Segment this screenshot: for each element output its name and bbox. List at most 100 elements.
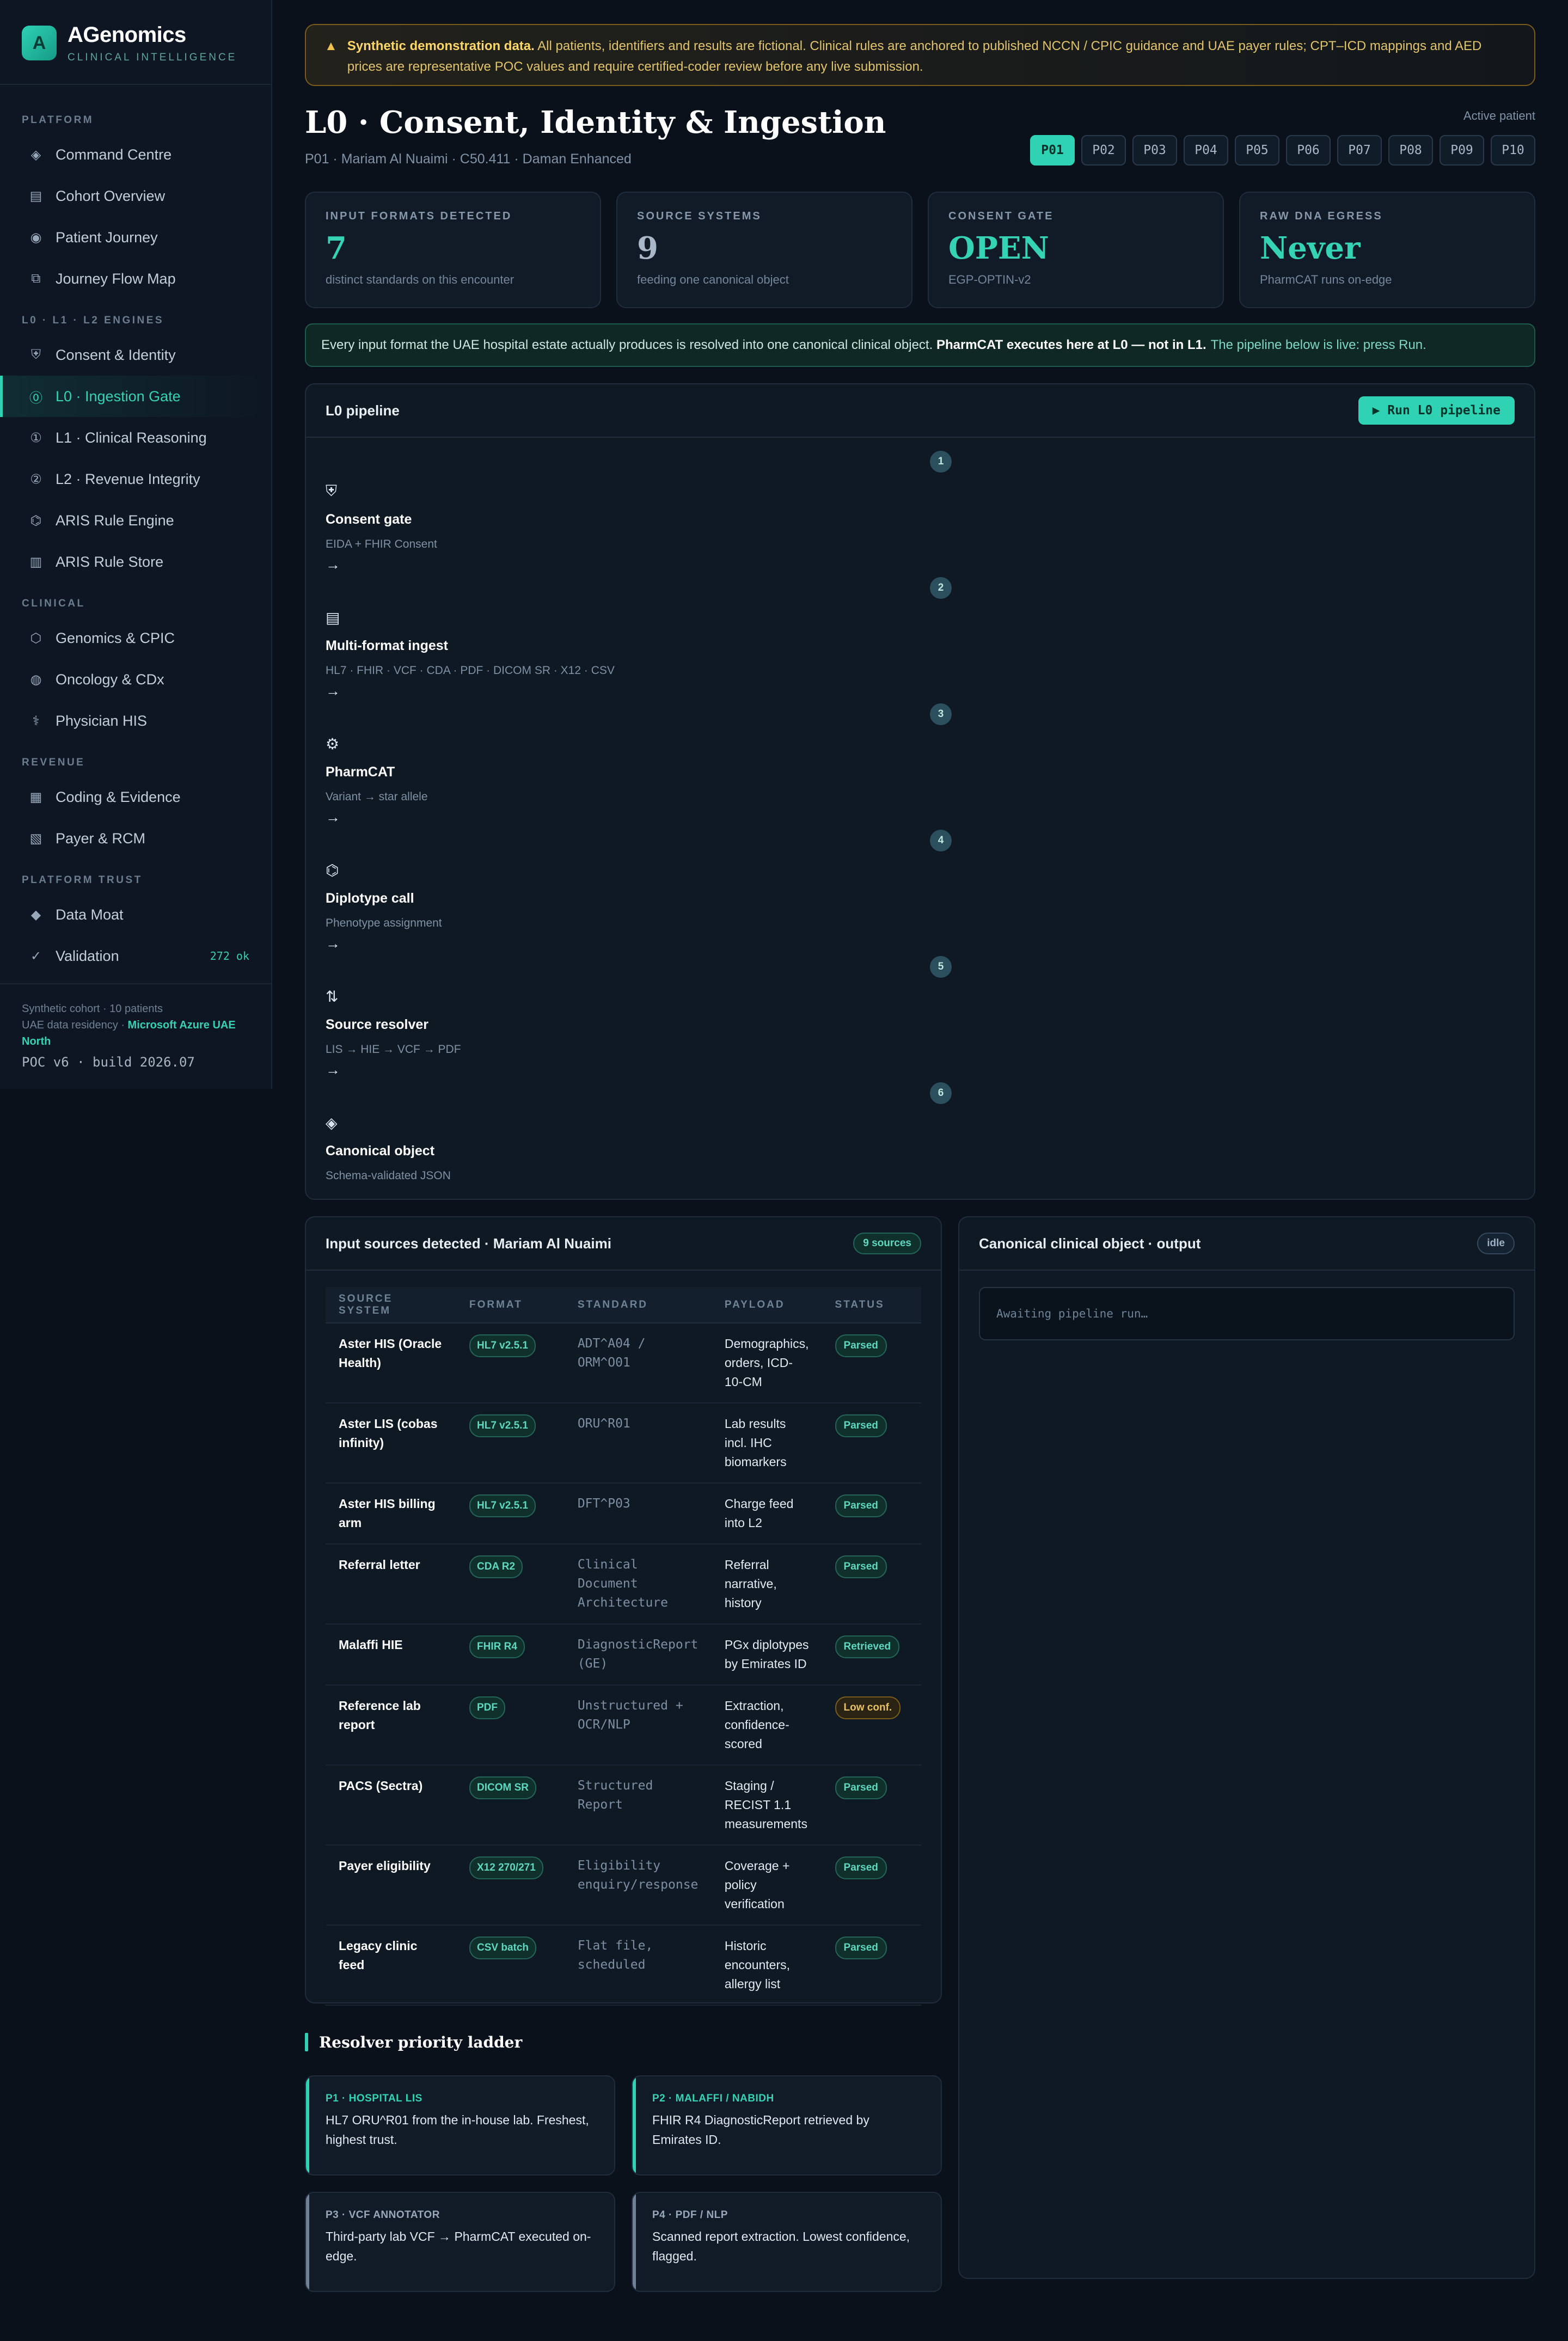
sidebar-item-data-moat[interactable]: ◆ Data Moat [0,894,271,935]
grid-icon: ▤ [29,188,42,204]
sidebar-item-label: Genomics & CPIC [56,629,175,646]
sidebar-item-l1-clinical-reasoning[interactable]: ① L1 · Clinical Reasoning [0,417,271,458]
sidebar-item-command-centre[interactable]: ◈ Command Centre [0,134,271,175]
sidebar-item-aris-rule-engine[interactable]: ⌬ ARIS Rule Engine [0,500,271,541]
sidebar-item-genomics-cpic[interactable]: ⬡ Genomics & CPIC [0,617,271,659]
standard-cell: ORU^R01 [564,1403,712,1484]
patient-tab-p05[interactable]: P05 [1235,135,1279,166]
pipeline-step: 5 ⇅ Source resolver LIS → HIE → VCF → PDF → [326,943,1515,1078]
format-cell: X12 270/271 [456,1845,565,1926]
stat-note: EGP-OPTIN-v2 [948,273,1031,286]
diamond-icon: ◈ [326,1114,338,1131]
stat-card: INPUT FORMATS DETECTED 7 distinct standard… [305,192,601,308]
pipeline-step: 1 ⛨ Consent gate EIDA + FHIR Consent → [326,438,1515,573]
ladder-card: P4 · PDF / NLP Scanned report extraction.… [632,2192,942,2292]
pipeline-steps: 1 ⛨ Consent gate EIDA + FHIR Consent → 2 ▤ Mult… [306,438,1534,1196]
sidebar-nav: PLATFORM ◈ Command Centre ▤ Cohort Overview ◉… [0,85,271,977]
stat-label: INPUT FORMATS DETECTED [326,210,512,222]
table-row[interactable]: Aster HIS (Oracle Health) HL7 v2.5.1 ADT^A… [326,1323,921,1404]
format-badge: HL7 v2.5.1 [469,1494,536,1517]
receipt-icon: ▧ [29,831,42,846]
patient-tab-p07[interactable]: P07 [1337,135,1382,166]
payload-cell: Coverage + policy verification [711,1845,822,1926]
stat-card: SOURCE SYSTEMS 9 feeding one canonical obj… [616,192,912,308]
standard-cell: DFT^P03 [564,1483,712,1545]
sidebar-item-patient-journey[interactable]: ◉ Patient Journey [0,217,271,258]
sources-title: Input sources detected · Mariam Al Nuaim… [326,1235,611,1252]
standard-cell: Flat file, scheduled [564,1925,712,2006]
sources-count-badge: 9 sources [853,1233,921,1254]
patient-tab-p01[interactable]: P01 [1030,135,1075,166]
format-badge: CDA R2 [469,1555,523,1578]
square-icon: ▦ [29,789,42,805]
step-title: Diplotype call [326,891,414,906]
status-badge: Parsed [835,1334,887,1357]
payload-cell: PGx diplotypes by Emirates ID [711,1624,822,1686]
sidebar-item-label: Coding & Evidence [56,788,181,805]
sidebar-item-oncology-cdx[interactable]: ◍ Oncology & CDx [0,659,271,700]
patient-tab-p02[interactable]: P02 [1081,135,1126,166]
output-json-viewer: Awaiting pipeline run… [979,1287,1515,1340]
gear-icon: ⚙ [326,736,340,752]
brand[interactable]: A AGenomics CLINICAL INTELLIGENCE [0,0,271,85]
circle-dot-icon: ◍ [30,672,42,687]
table-row[interactable]: Legacy clinic feed CSV batch Flat file, sc… [326,1925,921,2006]
table-row[interactable]: PACS (Sectra) DICOM SR Structured Report St… [326,1765,921,1846]
patient-tab-p10[interactable]: P10 [1491,135,1535,166]
run-pipeline-button[interactable]: ▶ Run L0 pipeline [1358,396,1515,425]
patient-selector: P01 P02 P03 P04 P05 P06 P07 P08 P09 P10 [1030,135,1535,166]
nav-section-label: CLINICAL [22,598,85,609]
pipeline-step: 4 ⌬ Diplotype call Phenotype assignment → [326,817,1515,952]
table-row[interactable]: Referral letter CDA R2 Clinical Document A… [326,1544,921,1625]
step-description: HL7 · FHIR · VCF · CDA · PDF · DICOM SR … [326,664,615,677]
table-row[interactable]: Reference lab report PDF Unstructured + OC… [326,1685,921,1766]
diamond-icon: ◈ [30,147,41,162]
format-badge: X12 270/271 [469,1856,543,1879]
table-row[interactable]: Aster HIS billing arm HL7 v2.5.1 DFT^P03 Ch… [326,1483,921,1545]
payload-cell: Staging / RECIST 1.1 measurements [711,1765,822,1846]
warning-icon: ▲ [324,39,338,53]
sidebar-item-validation[interactable]: ✓ Validation 272 ok [0,935,271,977]
step-number-badge: 3 [930,703,952,725]
patient-tab-p04[interactable]: P04 [1184,135,1228,166]
cohort-note: Synthetic cohort · 10 patients [22,1003,163,1015]
stat-label: CONSENT GATE [948,210,1054,222]
payload-cell: Demographics, orders, ICD-10-CM [711,1323,822,1404]
table-row[interactable]: Payer eligibility X12 270/271 Eligibility … [326,1845,921,1926]
pipeline-step: 3 ⚙ PharmCAT Variant → star allele → [326,690,1515,825]
sidebar-item-label: L0 · Ingestion Gate [56,388,181,405]
column-header: FORMAT [456,1287,565,1323]
sidebar-item-physician-his[interactable]: ⚕ Physician HIS [0,700,271,741]
patient-tab-p09[interactable]: P09 [1440,135,1484,166]
column-header: STATUS [822,1287,921,1323]
sidebar: A AGenomics CLINICAL INTELLIGENCE PLATFO… [0,0,272,1089]
table-row[interactable]: Malaffi HIE FHIR R4 DiagnosticReport (GE) P… [326,1624,921,1686]
sidebar-item-coding-evidence[interactable]: ▦ Coding & Evidence [0,776,271,818]
patient-tab-p08[interactable]: P08 [1388,135,1433,166]
sidebar-item-consent-identity[interactable]: ⛨ Consent & Identity [0,334,271,376]
status-cell: Parsed [822,1403,921,1484]
sidebar-item-journey-flow-map[interactable]: ⧉ Journey Flow Map [0,258,271,299]
stat-note: distinct standards on this encounter [326,273,514,286]
sidebar-item-label: Oncology & CDx [56,671,164,688]
patient-tab-p06[interactable]: P06 [1286,135,1331,166]
source-system-cell: Malaffi HIE [326,1624,456,1686]
nav-section-label: PLATFORM [22,114,94,126]
sidebar-item-aris-rule-store[interactable]: ▥ ARIS Rule Store [0,541,271,583]
sidebar-item-cohort-overview[interactable]: ▤ Cohort Overview [0,175,271,217]
payload-cell: Historic encounters, allergy list [711,1925,822,2006]
sidebar-item-payer-rcm[interactable]: ▧ Payer & RCM [0,818,271,859]
sidebar-item-l0-ingestion-gate[interactable]: ⓪ L0 · Ingestion Gate [0,376,271,417]
source-system-cell: Reference lab report [326,1685,456,1766]
patient-tab-p03[interactable]: P03 [1132,135,1177,166]
sources-table: SOURCE SYSTEM FORMAT STANDARD PAYLOAD STATUS… [326,1287,921,2006]
pipeline-step: 2 ▤ Multi-format ingest HL7 · FHIR · VCF · … [326,564,1515,699]
status-cell: Low conf. [822,1685,921,1766]
table-row[interactable]: Aster LIS (cobas infinity) HL7 v2.5.1 ORU^… [326,1403,921,1484]
sidebar-item-l2-revenue-integrity[interactable]: ② L2 · Revenue Integrity [0,458,271,500]
sidebar-footer: Synthetic cohort · 10 patients UAE data … [0,983,271,1087]
column-header: STANDARD [564,1287,712,1323]
standard-cell: ADT^A04 / ORM^O01 [564,1323,712,1404]
status-badge: Parsed [835,1856,887,1879]
status-badge: Parsed [835,1776,887,1799]
